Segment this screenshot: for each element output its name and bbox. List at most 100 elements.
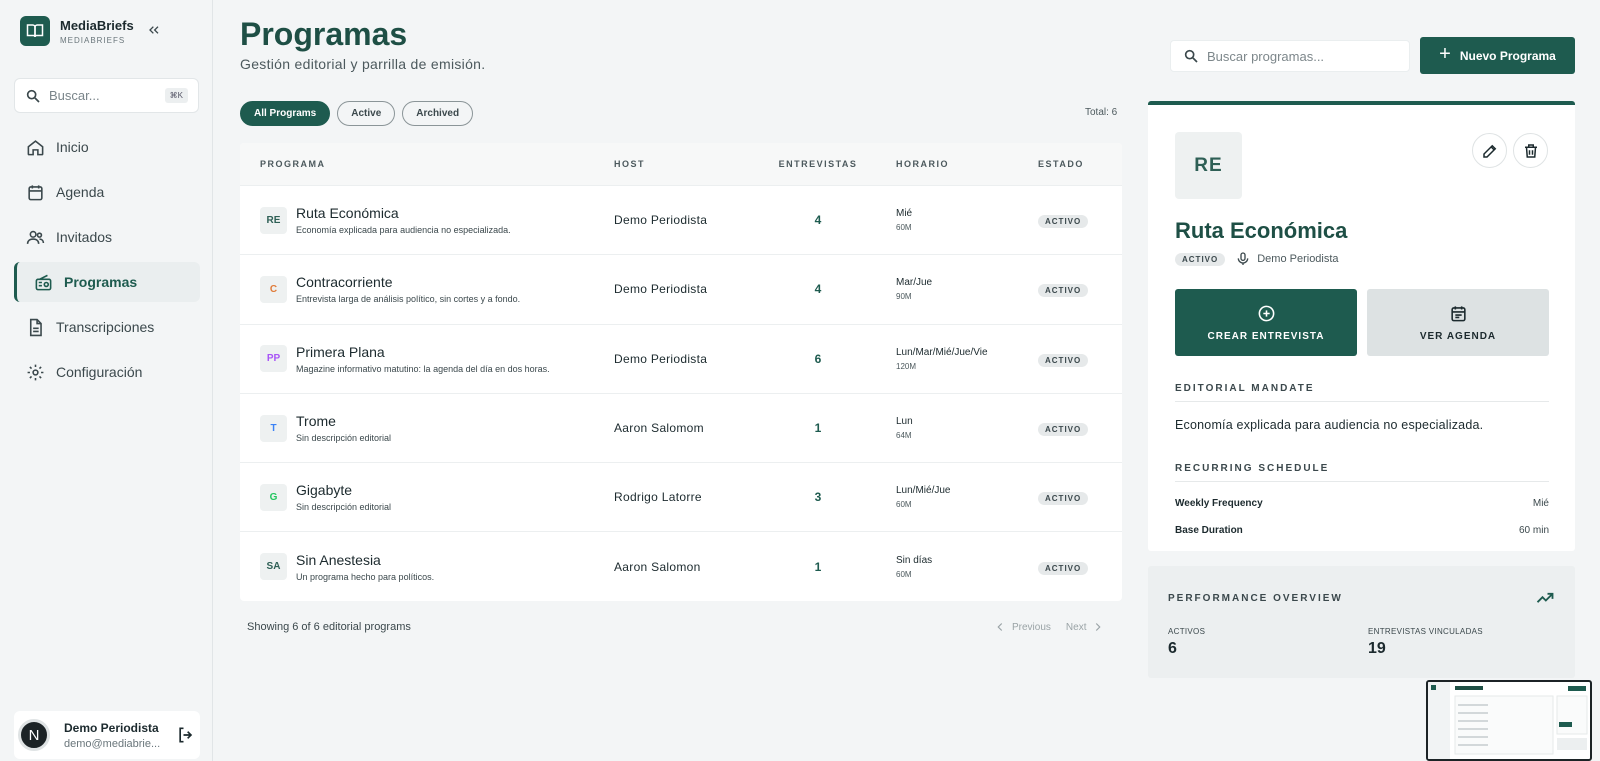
program-interviews: 1: [814, 559, 822, 574]
program-cell: RE Ruta Económica Economía explicada par…: [240, 205, 614, 235]
linked-value: 19: [1368, 640, 1386, 657]
table-header: PROGRAMA HOST ENTREVISTAS HORARIO ESTADO: [240, 143, 1122, 185]
view-agenda-label: VER AGENDA: [1419, 330, 1497, 342]
status-cell: ACTIVO: [1028, 211, 1122, 229]
frequency-value: Mié: [1532, 498, 1549, 509]
detail-meta: ACTIVO Demo Periodista: [1175, 251, 1339, 267]
sidebar-item-invitados[interactable]: Invitados: [14, 217, 200, 257]
table-row[interactable]: SA Sin Anestesia Un programa hecho para …: [240, 531, 1122, 600]
frequency-label: Weekly Frequency: [1175, 498, 1263, 509]
schedule-label: RECURRING SCHEDULE: [1175, 463, 1330, 474]
column-header-host[interactable]: HOST: [614, 159, 758, 169]
status-badge: ACTIVO: [1038, 284, 1089, 298]
detail-initials: RE: [1175, 132, 1242, 199]
program-cell: G Gigabyte Sin descripción editorial: [240, 482, 614, 512]
program-name: Primera Plana: [296, 343, 385, 360]
column-header-horario[interactable]: HORARIO: [878, 159, 1028, 169]
calendar-icon: [1450, 305, 1466, 321]
app-name: MediaBriefs: [60, 17, 134, 33]
duration-value: 60 min: [1518, 525, 1549, 536]
program-interviews: 6: [814, 351, 822, 366]
next-page-button[interactable]: Next: [1066, 620, 1106, 634]
program-name: Sin Anestesia: [296, 551, 381, 568]
view-agenda-button[interactable]: VER AGENDA: [1367, 289, 1549, 356]
sidebar-search[interactable]: Buscar... ⌘K: [14, 78, 199, 113]
program-schedule: Sin días 60M: [878, 555, 1028, 579]
filter-archived[interactable]: Archived: [402, 101, 474, 126]
trash-icon: [1524, 143, 1537, 158]
page-subtitle: Gestión editorial y parrilla de emisión.: [240, 56, 486, 72]
active-value: 6: [1168, 640, 1177, 657]
sidebar-item-label: Agenda: [56, 184, 105, 200]
showing-count: Showing 6 of 6 editorial programs: [247, 621, 411, 633]
program-cell: T Trome Sin descripción editorial: [240, 413, 614, 443]
document-icon: [29, 318, 42, 336]
programs-table: PROGRAMA HOST ENTREVISTAS HORARIO ESTADO…: [240, 143, 1122, 601]
create-interview-button[interactable]: CREAR ENTREVISTA: [1175, 289, 1357, 356]
program-host: Demo Periodista: [614, 282, 708, 297]
table-row[interactable]: T Trome Sin descripción editorial Aaron …: [240, 392, 1122, 462]
sidebar-item-programas[interactable]: Programas: [14, 262, 200, 302]
previous-page-button[interactable]: Previous: [993, 620, 1051, 634]
status-badge: ACTIVO: [1038, 353, 1089, 367]
program-search: [1170, 40, 1410, 72]
edit-button[interactable]: [1472, 133, 1507, 168]
sidebar-item-label: Invitados: [56, 229, 113, 245]
performance-title: PERFORMANCE OVERVIEW: [1168, 593, 1343, 604]
status-cell: ACTIVO: [1028, 558, 1122, 576]
sidebar-item-configuracion[interactable]: Configuración: [14, 352, 200, 392]
screen-preview-thumbnail[interactable]: [1426, 680, 1592, 761]
program-name: Ruta Económica: [296, 205, 399, 222]
program-cell: C Contracorriente Entrevista larga de an…: [240, 274, 614, 304]
editorial-mandate: Economía explicada para audiencia no esp…: [1175, 418, 1484, 432]
new-program-button[interactable]: + Nuevo Programa: [1420, 37, 1575, 74]
table-row[interactable]: PP Primera Plana Magazine informativo ma…: [240, 323, 1122, 393]
plus-icon: +: [1439, 43, 1451, 65]
schedule-days: Mar/Jue: [896, 277, 933, 289]
program-interviews: 4: [814, 282, 822, 297]
status-cell: ACTIVO: [1028, 488, 1122, 506]
sidebar-item-label: Configuración: [56, 364, 143, 380]
program-initials: G: [260, 483, 287, 511]
column-header-entrevistas[interactable]: ENTREVISTAS: [758, 159, 878, 169]
schedule-duration: 60M: [896, 569, 912, 579]
program-host: Rodrigo Latorre: [614, 490, 702, 505]
program-schedule: Lun/Mar/Mié/Jue/Vie 120M: [878, 347, 1028, 371]
program-name: Gigabyte: [296, 482, 353, 499]
program-search-input[interactable]: [1207, 48, 1397, 64]
table-row[interactable]: RE Ruta Económica Economía explicada par…: [240, 185, 1122, 254]
trending-up-icon[interactable]: [1535, 588, 1555, 613]
schedule-duration: 60M: [896, 500, 912, 510]
sidebar-item-transcripciones[interactable]: Transcripciones: [14, 307, 200, 347]
filter-all-programs[interactable]: All Programs: [240, 101, 331, 126]
chevron-left-icon: [997, 623, 1003, 631]
program-initials: T: [260, 414, 287, 442]
total-count: Total: 6: [1085, 107, 1118, 118]
divider: [1175, 481, 1549, 482]
table-row[interactable]: C Contracorriente Entrevista larga de an…: [240, 254, 1122, 323]
sidebar: MediaBriefs MEDIABRIEFS Buscar... ⌘K Ini…: [0, 0, 213, 761]
search-icon: [26, 89, 40, 103]
logout-icon[interactable]: [176, 725, 196, 745]
filter-active[interactable]: Active: [337, 101, 396, 126]
sidebar-item-agenda[interactable]: Agenda: [14, 172, 200, 212]
home-icon: [27, 139, 44, 155]
linked-label: ENTREVISTAS VINCULADAS: [1368, 627, 1483, 636]
program-initials: PP: [260, 345, 287, 373]
previous-label: Previous: [1012, 621, 1051, 633]
delete-button[interactable]: [1513, 133, 1548, 168]
brand[interactable]: MediaBriefs MEDIABRIEFS: [20, 16, 134, 46]
avatar[interactable]: N: [18, 719, 50, 751]
sidebar-item-inicio[interactable]: Inicio: [14, 127, 200, 167]
status-badge: ACTIVO: [1038, 561, 1089, 575]
column-header-estado[interactable]: ESTADO: [1028, 159, 1122, 169]
column-header-programa[interactable]: PROGRAMA: [240, 159, 614, 169]
schedule-days: Sin días: [896, 554, 933, 566]
user-email: demo@mediabrie...: [64, 737, 161, 750]
chevron-right-icon: [1096, 623, 1102, 631]
collapse-sidebar-icon[interactable]: [146, 22, 162, 38]
program-description: Magazine informativo matutino: la agenda…: [296, 363, 550, 374]
table-row[interactable]: G Gigabyte Sin descripción editorial Rod…: [240, 462, 1122, 531]
mandate-label: EDITORIAL MANDATE: [1175, 383, 1315, 394]
create-interview-label: CREAR ENTREVISTA: [1207, 330, 1325, 342]
